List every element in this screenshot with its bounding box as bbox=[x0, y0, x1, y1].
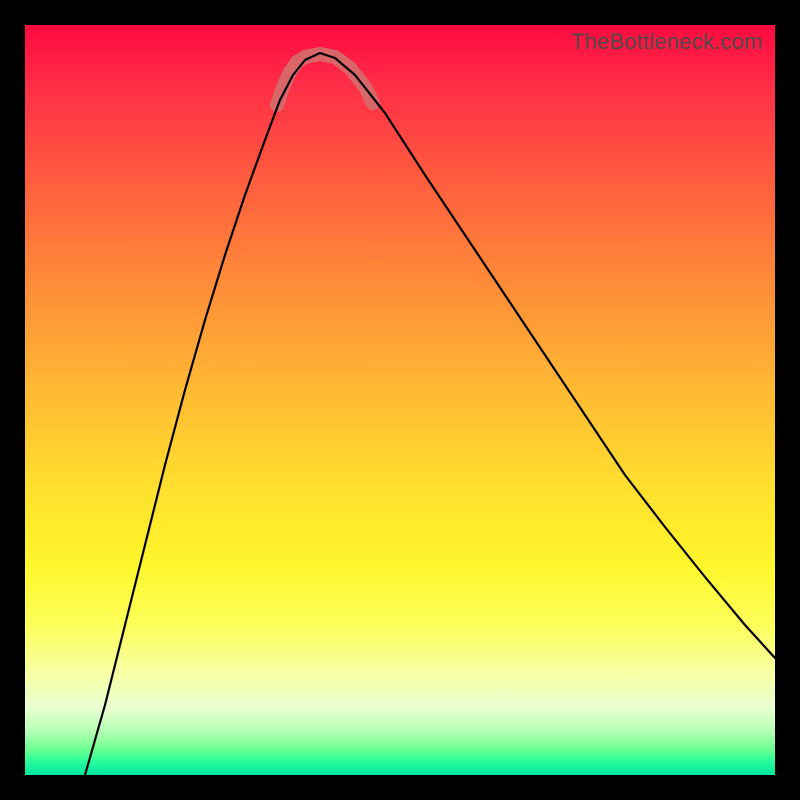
chart-canvas: TheBottleneck.com bbox=[25, 25, 775, 775]
watermark-text: TheBottleneck.com bbox=[571, 29, 763, 55]
bottleneck-curve bbox=[85, 53, 775, 775]
plot-svg bbox=[25, 25, 775, 775]
